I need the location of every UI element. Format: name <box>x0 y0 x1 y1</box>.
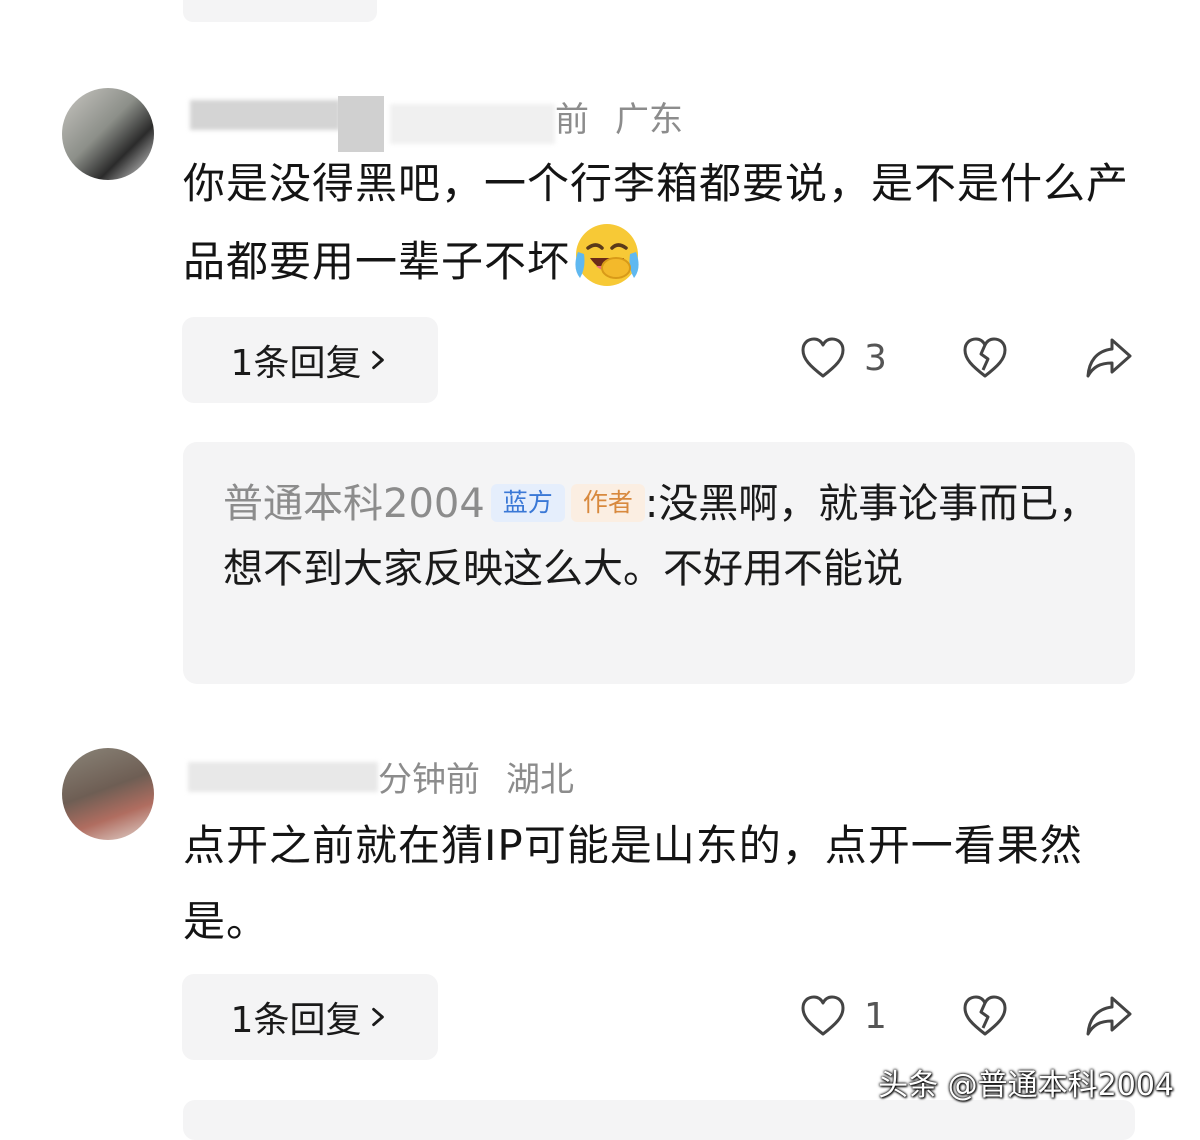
like-count: 1 <box>864 995 887 1037</box>
avatar[interactable] <box>62 748 154 840</box>
comment-location: 广东 <box>615 100 683 140</box>
like-button[interactable]: 1 <box>800 994 887 1038</box>
comment-meta: 前广东 <box>555 92 683 141</box>
reply-preview[interactable]: 普通本科2004 蓝方 作者:没黑啊，就事论事而已，想不到大家反映这么大。不好用不能… <box>183 442 1135 684</box>
redacted-username <box>188 762 378 792</box>
share-icon <box>1085 994 1133 1038</box>
avatar[interactable] <box>62 88 154 180</box>
redacted-block <box>338 96 384 152</box>
share-button[interactable] <box>1085 336 1133 380</box>
comment-text: 点开之前就在猜IP可能是山东的，点开一看果然是。 <box>183 821 1083 946</box>
broken-heart-icon <box>962 336 1008 380</box>
dislike-button[interactable] <box>962 994 1008 1038</box>
comment-location: 湖北 <box>506 760 574 800</box>
reply-author[interactable]: 普通本科2004 <box>223 481 485 527</box>
comment-meta: 分钟前 湖北 <box>378 752 574 801</box>
redacted-username <box>190 100 340 130</box>
view-replies-button[interactable]: 1条回复 <box>182 974 438 1060</box>
laughing-emoji <box>575 224 639 286</box>
share-icon <box>1085 336 1133 380</box>
like-count: 3 <box>864 337 887 379</box>
reply-content: 普通本科2004 蓝方 作者:没黑啊，就事论事而已，想不到大家反映这么大。不好用不能… <box>223 472 1103 602</box>
heart-icon <box>800 336 846 380</box>
chevron-right-icon <box>372 350 385 370</box>
heart-icon <box>800 994 846 1038</box>
comment-text: 你是没得黑吧，一个行李箱都要说，是不是什么产品都要用一辈子不坏 <box>183 159 1130 286</box>
like-button[interactable]: 3 <box>800 336 887 380</box>
broken-heart-icon <box>962 994 1008 1038</box>
previous-reply-button[interactable] <box>183 0 377 22</box>
chevron-right-icon <box>372 1007 385 1027</box>
share-button[interactable] <box>1085 994 1133 1038</box>
dislike-button[interactable] <box>962 336 1008 380</box>
comment-time: 前 <box>555 100 589 140</box>
badge-author: 作者 <box>570 484 645 522</box>
reply-colon: : <box>644 481 659 527</box>
next-reply-preview[interactable] <box>183 1100 1135 1140</box>
comment-time: 分钟前 <box>378 760 480 800</box>
redacted-time <box>390 104 555 144</box>
watermark: 头条 @普通本科2004 <box>878 1068 1174 1103</box>
view-replies-button[interactable]: 1条回复 <box>182 317 438 403</box>
badge-blue: 蓝方 <box>490 484 565 522</box>
